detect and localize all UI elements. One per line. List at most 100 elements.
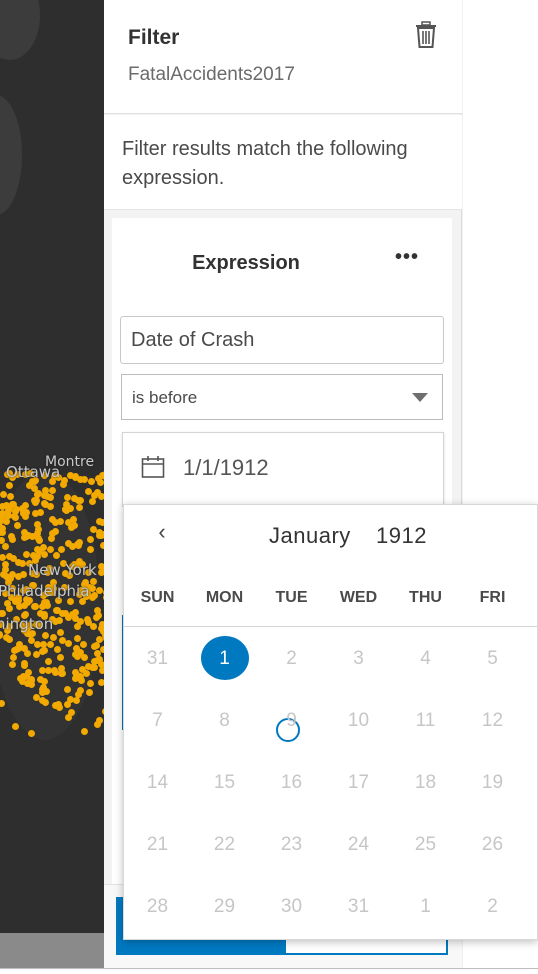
day-cell[interactable]: 16	[258, 752, 325, 814]
week-row: 7 8 9 10 11 12	[124, 690, 538, 752]
accident-point	[96, 635, 104, 643]
accident-point	[58, 636, 66, 644]
accident-point	[8, 535, 16, 543]
accident-point	[5, 482, 13, 490]
accident-point	[64, 640, 72, 648]
accident-point	[39, 602, 47, 610]
map-view[interactable]: Ottawa Montre New York Philadelphia hing…	[0, 0, 104, 968]
weekday-label: SUN	[140, 589, 175, 606]
day-cell[interactable]: 15	[191, 752, 258, 814]
prev-month-button[interactable]: ‹	[150, 519, 174, 551]
day-cell[interactable]: 17	[325, 752, 392, 814]
accident-point	[52, 551, 60, 559]
accident-point	[87, 478, 95, 486]
day-cell[interactable]: 3	[325, 628, 392, 690]
day-number: 30	[280, 896, 303, 917]
day-number: 31	[347, 896, 370, 917]
day-cell[interactable]: 1	[392, 876, 459, 938]
date-input[interactable]: 1/1/1912	[122, 432, 444, 507]
day-cell[interactable]: 22	[191, 814, 258, 876]
bottom-border	[0, 968, 538, 974]
day-cell[interactable]: 28	[124, 876, 191, 938]
map-label-washington: hington	[0, 615, 54, 633]
day-cell[interactable]: 25	[392, 814, 459, 876]
weekday-header: SUN MON TUE WED THU FRI	[124, 571, 538, 627]
accident-point	[63, 700, 71, 708]
day-cell[interactable]: 7	[124, 690, 191, 752]
weekday-label: FRI	[479, 589, 506, 606]
map-landmass	[0, 0, 40, 60]
day-cell[interactable]: 9	[258, 690, 325, 752]
day-cell[interactable]: 21	[124, 814, 191, 876]
accident-point	[39, 684, 47, 692]
day-cell[interactable]: 8	[191, 690, 258, 752]
day-cell[interactable]: 18	[392, 752, 459, 814]
weekday-label: THU	[409, 589, 442, 606]
day-number: 23	[280, 834, 303, 855]
accident-point	[39, 640, 47, 648]
day-cell[interactable]: 29	[191, 876, 258, 938]
day-cell[interactable]: 24	[325, 814, 392, 876]
field-select[interactable]: Date of Crash	[120, 316, 444, 364]
day-cell[interactable]: 31	[124, 628, 191, 690]
day-cell[interactable]: 4	[392, 628, 459, 690]
day-cell[interactable]: 14	[124, 752, 191, 814]
week-row: 31 1 2 3 4 5	[124, 628, 538, 690]
accident-point	[73, 696, 81, 704]
weekday-label: TUE	[275, 589, 308, 606]
accident-point	[23, 649, 31, 657]
accident-point	[19, 508, 27, 516]
day-number: 29	[213, 896, 236, 917]
accident-point	[87, 535, 95, 543]
accident-point	[33, 546, 41, 554]
accident-point	[87, 680, 95, 688]
accident-point	[77, 497, 85, 505]
accident-point	[57, 545, 65, 553]
more-horizontal-icon: •••	[394, 246, 419, 268]
more-options-button[interactable]: •••	[392, 246, 422, 276]
map-label-montreal: Montre	[45, 454, 95, 470]
day-number: 16	[280, 772, 303, 793]
month-label[interactable]: January	[269, 523, 351, 549]
accident-point	[40, 551, 48, 559]
accident-point	[53, 645, 61, 653]
day-cell-selected[interactable]: 1	[191, 628, 258, 690]
accident-point	[36, 536, 44, 544]
day-cell[interactable]: 19	[459, 752, 526, 814]
accident-point	[36, 508, 44, 516]
day-number: 2	[487, 896, 498, 917]
date-value: 1/1/1912	[183, 455, 269, 480]
day-cell[interactable]: 2	[459, 876, 526, 938]
day-cell[interactable]: 12	[459, 690, 526, 752]
operator-select[interactable]: is before	[121, 374, 443, 420]
day-cell[interactable]: 11	[392, 690, 459, 752]
day-cell[interactable]: 23	[258, 814, 325, 876]
accident-point	[58, 609, 66, 617]
year-input[interactable]: 1912	[376, 523, 427, 549]
week-row: 14 15 16 17 18 19	[124, 752, 538, 814]
accident-point	[94, 488, 102, 496]
calendar-icon	[141, 456, 165, 478]
day-number: 3	[353, 648, 364, 669]
delete-filter-button[interactable]	[412, 20, 440, 50]
accident-point	[0, 491, 8, 499]
day-cell[interactable]: 5	[459, 628, 526, 690]
day-number: 1	[420, 896, 431, 917]
accident-point	[91, 664, 99, 672]
day-number: 22	[213, 834, 236, 855]
accident-point	[6, 492, 14, 500]
accident-point	[12, 513, 20, 521]
day-cell[interactable]: 26	[459, 814, 526, 876]
caret-down-icon	[412, 393, 428, 402]
filter-description: Filter results match the following expre…	[104, 115, 462, 210]
day-cell[interactable]: 10	[325, 690, 392, 752]
day-cell[interactable]: 2	[258, 628, 325, 690]
accident-point	[51, 518, 59, 526]
day-number: 9	[286, 710, 297, 731]
map-label-new-york: New York	[28, 561, 97, 579]
day-cell[interactable]: 30	[258, 876, 325, 938]
chevron-left-icon: ‹	[158, 519, 166, 544]
day-cell[interactable]: 31	[325, 876, 392, 938]
accident-point	[0, 700, 6, 708]
day-number: 11	[415, 710, 436, 731]
